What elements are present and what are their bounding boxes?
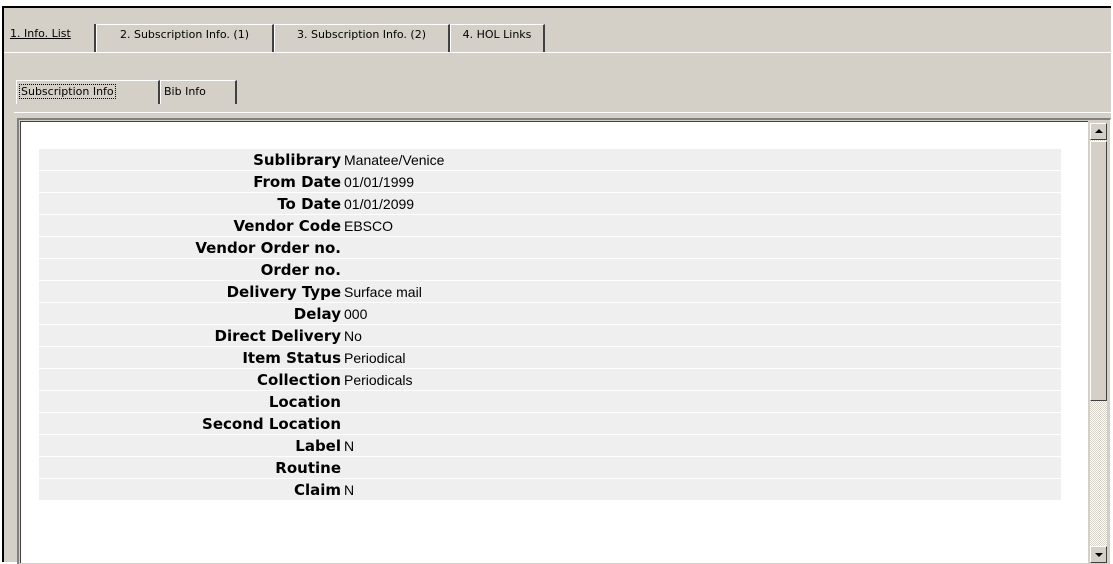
subtab-bib-info[interactable]: Bib Info	[160, 80, 237, 104]
field-row: Claim N	[39, 479, 1061, 501]
subtab-subscription-info[interactable]: Subscription Info	[16, 80, 160, 104]
field-value: 01/01/1999	[344, 173, 415, 190]
field-value: Manatee/Venice	[344, 151, 445, 168]
field-label: Delay	[293, 304, 341, 323]
field-value: 000	[344, 305, 368, 322]
tab-hol-links[interactable]: 4. HOL Links	[450, 24, 545, 52]
field-row: Vendor Order no.	[39, 237, 1061, 259]
field-label: Second Location	[202, 414, 341, 433]
field-row: Second Location	[39, 413, 1061, 435]
field-value: 01/01/2099	[344, 195, 415, 212]
field-label: Label	[295, 436, 341, 455]
field-row: Delay 000	[39, 303, 1061, 325]
subtab-label: Bib Info	[164, 85, 206, 98]
field-label: Sublibrary	[253, 150, 341, 169]
field-value: EBSCO	[344, 217, 394, 234]
field-row: Item Status Periodical	[39, 347, 1061, 369]
tab-label: 1. Info. List	[10, 27, 71, 40]
subtab-divider	[14, 112, 1111, 113]
tab-subscription-info-1[interactable]: 2. Subscription Info. (1)	[96, 24, 274, 52]
field-label: Routine	[275, 458, 341, 477]
window-frame: 1. Info. List 2. Subscription Info. (1) …	[2, 6, 1111, 564]
field-label: From Date	[253, 172, 341, 191]
field-row: From Date 01/01/1999	[39, 171, 1061, 193]
field-row: Vendor Code EBSCO	[39, 215, 1061, 237]
tab-label: 4. HOL Links	[462, 28, 532, 41]
field-label: Location	[268, 392, 341, 411]
field-value: N	[344, 437, 355, 454]
field-label: Vendor Order no.	[195, 238, 341, 257]
field-row: Delivery Type Surface mail	[39, 281, 1061, 303]
scroll-up-arrow-icon[interactable]	[1090, 123, 1107, 140]
tab-label: 2. Subscription Info. (1)	[119, 28, 250, 41]
field-label: To Date	[277, 194, 341, 213]
scrollbar-thumb[interactable]	[1090, 141, 1107, 401]
field-row: Sublibrary Manatee/Venice	[39, 149, 1061, 171]
field-value: No	[344, 327, 362, 344]
subscription-info-view: Sublibrary Manatee/Venice From Date 01/01/1…	[20, 121, 1088, 563]
content-panel: Sublibrary Manatee/Venice From Date 01/01/1…	[17, 118, 1111, 564]
field-list: Sublibrary Manatee/Venice From Date 01/01/1…	[39, 149, 1061, 501]
field-row: Label N	[39, 435, 1061, 457]
field-row: Location	[39, 391, 1061, 413]
field-label: Order no.	[260, 260, 341, 279]
sub-tab-bar: Subscription Info Bib Info	[4, 52, 1111, 112]
field-value: Periodical	[344, 349, 406, 366]
field-row: Order no.	[39, 259, 1061, 281]
field-label: Direct Delivery	[214, 326, 341, 345]
tab-info-list[interactable]: 1. Info. List	[4, 24, 96, 52]
main-tab-bar: 1. Info. List 2. Subscription Info. (1) …	[4, 8, 1111, 53]
field-value: Periodicals	[344, 371, 413, 388]
field-row: Direct Delivery No	[39, 325, 1061, 347]
field-label: Delivery Type	[226, 282, 341, 301]
field-value: Surface mail	[344, 283, 422, 300]
field-row: Routine	[39, 457, 1061, 479]
vertical-scrollbar[interactable]	[1090, 123, 1107, 563]
scroll-down-arrow-icon[interactable]	[1090, 546, 1107, 563]
field-label: Collection	[257, 370, 341, 389]
field-row: To Date 01/01/2099	[39, 193, 1061, 215]
tab-label: 3. Subscription Info. (2)	[296, 28, 427, 41]
field-label: Vendor Code	[233, 216, 341, 235]
field-value: N	[344, 481, 355, 498]
field-label: Item Status	[242, 348, 341, 367]
field-label: Claim	[293, 480, 341, 499]
subtab-label: Subscription Info	[19, 84, 116, 99]
tab-subscription-info-2[interactable]: 3. Subscription Info. (2)	[274, 24, 450, 52]
field-row: Collection Periodicals	[39, 369, 1061, 391]
